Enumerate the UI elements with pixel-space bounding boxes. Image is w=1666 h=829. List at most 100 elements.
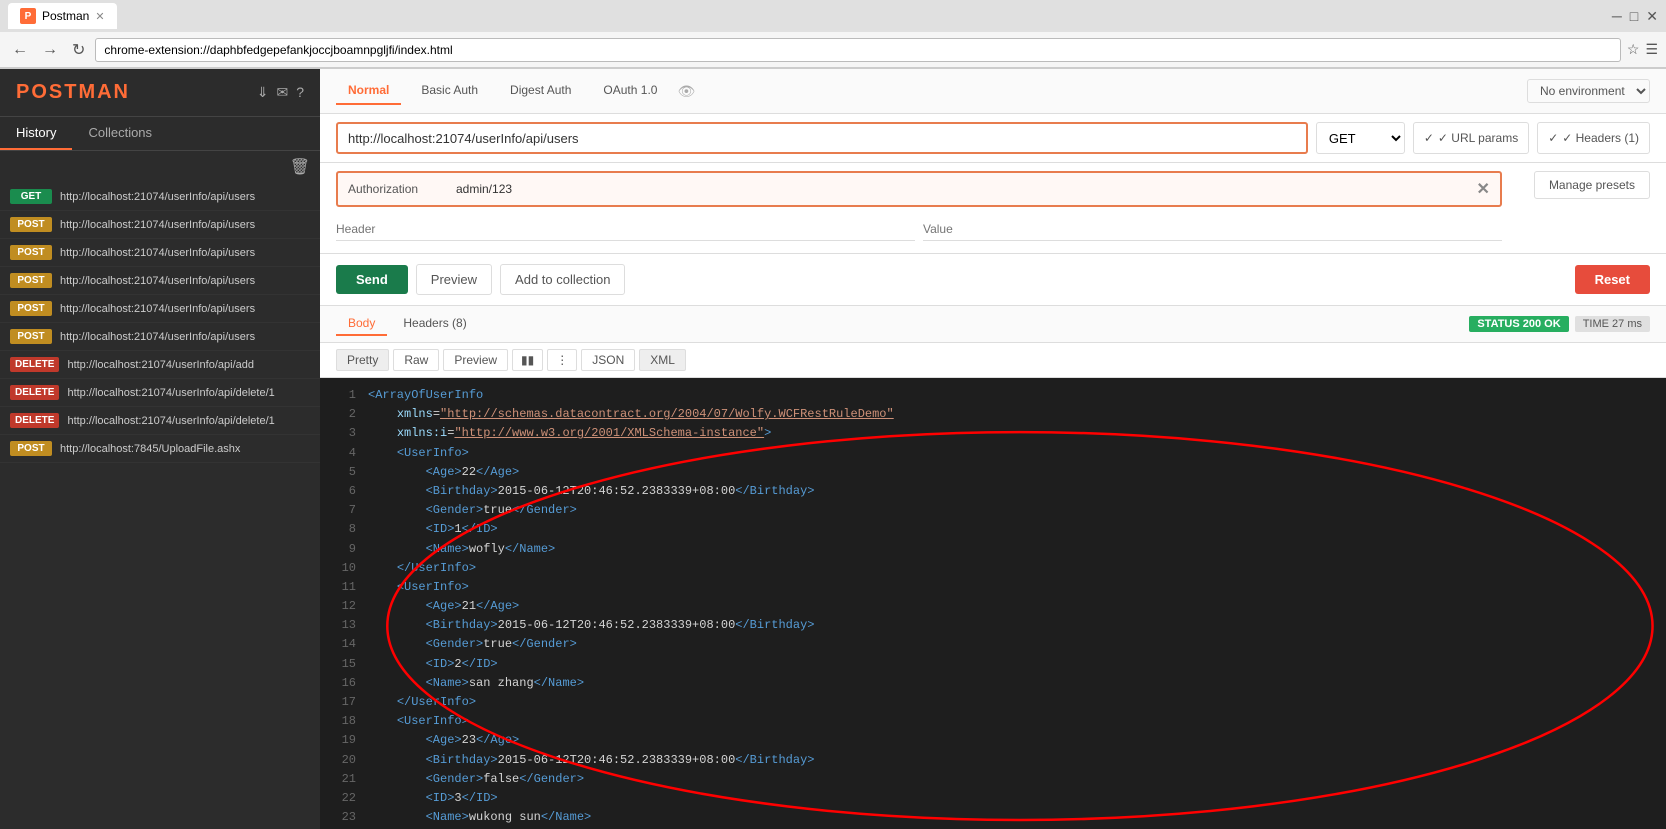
close-icon[interactable]: ✕ <box>1646 8 1658 25</box>
response-body[interactable]: 1 <ArrayOfUserInfo 2 xmlns="http://schem… <box>320 378 1666 829</box>
maximize-icon[interactable]: □ <box>1630 8 1638 24</box>
sidebar-header: POSTMAN ⇓ ✉ ? <box>0 69 320 117</box>
send-button[interactable]: Send <box>336 265 408 294</box>
list-item[interactable]: POST http://localhost:21074/userInfo/api… <box>0 267 320 295</box>
browser-toolbar: ← → ↻ ☆ ☰ <box>0 32 1666 68</box>
method-badge-post: POST <box>10 301 52 316</box>
sidebar-tab-history[interactable]: History <box>0 117 72 150</box>
help-icon[interactable]: ? <box>296 84 304 101</box>
response-tabs: Body Headers (8) STATUS 200 OK TIME 27 m… <box>320 306 1666 343</box>
code-line: 7 <Gender>true</Gender> <box>336 501 1650 520</box>
method-badge-delete: DELETE <box>10 385 59 400</box>
visibility-icon[interactable]: 👁 <box>677 83 695 100</box>
sidebar-item-url: http://localhost:21074/userInfo/api/user… <box>60 331 255 343</box>
method-badge-post: POST <box>10 245 52 260</box>
minimize-icon[interactable]: ─ <box>1612 8 1622 24</box>
code-line: 12 <Age>21</Age> <box>336 597 1650 616</box>
resp-tab-body[interactable]: Body <box>336 312 387 336</box>
manage-presets-button[interactable]: Manage presets <box>1534 171 1650 199</box>
address-bar[interactable] <box>95 38 1620 62</box>
sidebar-item-url: http://localhost:21074/userInfo/api/user… <box>60 275 255 287</box>
sidebar-item-url: http://localhost:21074/userInfo/api/user… <box>60 219 255 231</box>
reset-button[interactable]: Reset <box>1575 265 1650 294</box>
code-line: 5 <Age>22</Age> <box>336 463 1650 482</box>
download-icon[interactable]: ⇓ <box>257 84 269 101</box>
code-line: 2 xmlns="http://schemas.datacontract.org… <box>336 405 1650 424</box>
resp-tab-headers[interactable]: Headers (8) <box>391 312 478 336</box>
format-icon-button[interactable]: ▮▮ <box>512 349 543 371</box>
tab-normal[interactable]: Normal <box>336 77 401 105</box>
sidebar-item-url: http://localhost:21074/userInfo/api/user… <box>60 191 255 203</box>
list-item[interactable]: POST http://localhost:21074/userInfo/api… <box>0 239 320 267</box>
preview-button[interactable]: Preview <box>416 264 492 295</box>
columns-icon-button[interactable]: ⋮ <box>547 349 577 371</box>
format-json-button[interactable]: JSON <box>581 349 635 371</box>
header-input[interactable] <box>336 217 915 241</box>
list-item[interactable]: GET http://localhost:21074/userInfo/api/… <box>0 183 320 211</box>
method-badge-post: POST <box>10 441 52 456</box>
sidebar-item-url: http://localhost:21074/userInfo/api/dele… <box>67 387 274 399</box>
code-line: 21 <Gender>false</Gender> <box>336 770 1650 789</box>
browser-tab[interactable]: P Postman ✕ <box>8 3 117 29</box>
code-line: 19 <Age>23</Age> <box>336 731 1650 750</box>
sidebar: POSTMAN ⇓ ✉ ? History Collections 🗑 GET … <box>0 69 320 829</box>
list-item[interactable]: DELETE http://localhost:21074/userInfo/a… <box>0 379 320 407</box>
list-item[interactable]: DELETE http://localhost:21074/userInfo/a… <box>0 351 320 379</box>
format-pretty-button[interactable]: Pretty <box>336 349 389 371</box>
auth-row: Authorization admin/123 ✕ <box>336 171 1502 207</box>
add-to-collection-button[interactable]: Add to collection <box>500 264 625 295</box>
headers-button[interactable]: ✓ ✓ Headers (1) <box>1537 122 1650 154</box>
code-line: 17 </UserInfo> <box>336 693 1650 712</box>
env-selector[interactable]: No environment <box>1527 79 1650 103</box>
code-line: 22 <ID>3</ID> <box>336 789 1650 808</box>
sidebar-tab-collections[interactable]: Collections <box>72 117 168 150</box>
forward-button[interactable]: → <box>38 39 62 61</box>
format-raw-button[interactable]: Raw <box>393 349 439 371</box>
share-icon[interactable]: ✉ <box>276 84 288 101</box>
tab-close-icon[interactable]: ✕ <box>95 10 104 23</box>
browser-titlebar: P Postman ✕ ─ □ ✕ <box>0 0 1666 32</box>
app-container: POSTMAN ⇓ ✉ ? History Collections 🗑 GET … <box>0 69 1666 829</box>
code-line: 1 <ArrayOfUserInfo <box>336 386 1650 405</box>
list-item[interactable]: POST http://localhost:21074/userInfo/api… <box>0 323 320 351</box>
method-badge-post: POST <box>10 273 52 288</box>
sidebar-list: GET http://localhost:21074/userInfo/api/… <box>0 183 320 829</box>
list-item[interactable]: DELETE http://localhost:21074/userInfo/a… <box>0 407 320 435</box>
browser-chrome: P Postman ✕ ─ □ ✕ ← → ↻ ☆ ☰ <box>0 0 1666 69</box>
sidebar-tabs: History Collections <box>0 117 320 151</box>
tab-digest-auth[interactable]: Digest Auth <box>498 77 583 105</box>
tab-title: Postman <box>42 9 89 23</box>
list-item[interactable]: POST http://localhost:7845/UploadFile.as… <box>0 435 320 463</box>
sidebar-item-url: http://localhost:21074/userInfo/api/add <box>67 359 254 371</box>
sidebar-item-url: http://localhost:7845/UploadFile.ashx <box>60 443 240 455</box>
back-button[interactable]: ← <box>8 39 32 61</box>
action-buttons: Send Preview Add to collection Reset <box>320 254 1666 306</box>
method-badge-post: POST <box>10 217 52 232</box>
auth-clear-icon[interactable]: ✕ <box>1477 179 1490 199</box>
method-badge-post: POST <box>10 329 52 344</box>
code-line: 10 </UserInfo> <box>336 559 1650 578</box>
auth-value: admin/123 <box>456 182 1469 196</box>
sidebar-item-url: http://localhost:21074/userInfo/api/dele… <box>67 415 274 427</box>
bookmark-icon[interactable]: ☆ <box>1627 41 1640 58</box>
status-badge: STATUS 200 OK <box>1469 316 1568 332</box>
auth-section: Authorization admin/123 ✕ Manage presets <box>320 163 1666 254</box>
sidebar-item-url: http://localhost:21074/userInfo/api/user… <box>60 247 255 259</box>
value-input[interactable] <box>923 217 1502 241</box>
method-badge-delete: DELETE <box>10 413 59 428</box>
url-params-button[interactable]: ✓ ✓ URL params <box>1413 122 1529 154</box>
code-line: 3 xmlns:i="http://www.w3.org/2001/XMLSch… <box>336 424 1650 443</box>
menu-icon[interactable]: ☰ <box>1645 41 1658 58</box>
tab-basic-auth[interactable]: Basic Auth <box>409 77 490 105</box>
format-preview-button[interactable]: Preview <box>443 349 508 371</box>
list-item[interactable]: POST http://localhost:21074/userInfo/api… <box>0 295 320 323</box>
delete-history-button[interactable]: 🗑 <box>290 157 310 177</box>
list-item[interactable]: POST http://localhost:21074/userInfo/api… <box>0 211 320 239</box>
tab-oauth[interactable]: OAuth 1.0 <box>591 77 669 105</box>
refresh-button[interactable]: ↻ <box>68 38 89 62</box>
url-input[interactable] <box>336 122 1308 154</box>
code-line: 11 <UserInfo> <box>336 578 1650 597</box>
method-select[interactable]: GET POST PUT DELETE <box>1316 122 1405 154</box>
format-xml-button[interactable]: XML <box>639 349 686 371</box>
auth-label: Authorization <box>348 182 448 196</box>
